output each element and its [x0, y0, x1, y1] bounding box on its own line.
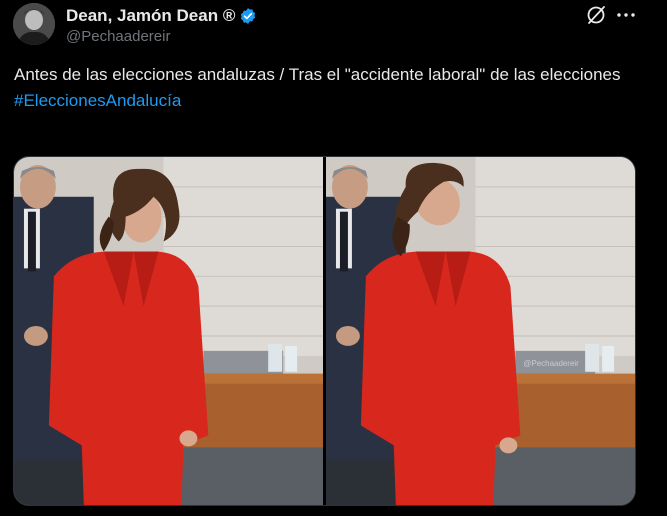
photo-after[interactable]: @Pechaadereir [326, 157, 635, 505]
author-avatar[interactable] [13, 3, 55, 45]
grok-button[interactable] [585, 4, 607, 26]
author-handle[interactable]: @Pechaadereir [66, 28, 170, 45]
avatar-photo-icon [13, 3, 55, 45]
tweet: Dean, Jamón Dean ® @Pechaadereir Antes d… [0, 0, 667, 516]
tweet-body-text: Antes de las elecciones andaluzas / Tras… [14, 65, 621, 84]
tweet-text: Antes de las elecciones andaluzas / Tras… [14, 62, 644, 114]
photo-watermark: @Pechaadereir [523, 359, 579, 368]
grok-icon [587, 6, 605, 24]
more-options-icon [617, 13, 635, 17]
author-display-name[interactable]: Dean, Jamón Dean ® [66, 6, 235, 26]
more-options-button[interactable] [614, 4, 638, 26]
author-name-row: Dean, Jamón Dean ® [66, 5, 257, 27]
photo-before-image [14, 157, 323, 505]
verified-badge-icon [241, 8, 256, 24]
hashtag-link[interactable]: #EleccionesAndalucía [14, 88, 644, 114]
media-grid: @Pechaadereir [13, 156, 636, 506]
photo-after-image: @Pechaadereir [326, 157, 635, 505]
photo-before[interactable] [14, 157, 323, 505]
